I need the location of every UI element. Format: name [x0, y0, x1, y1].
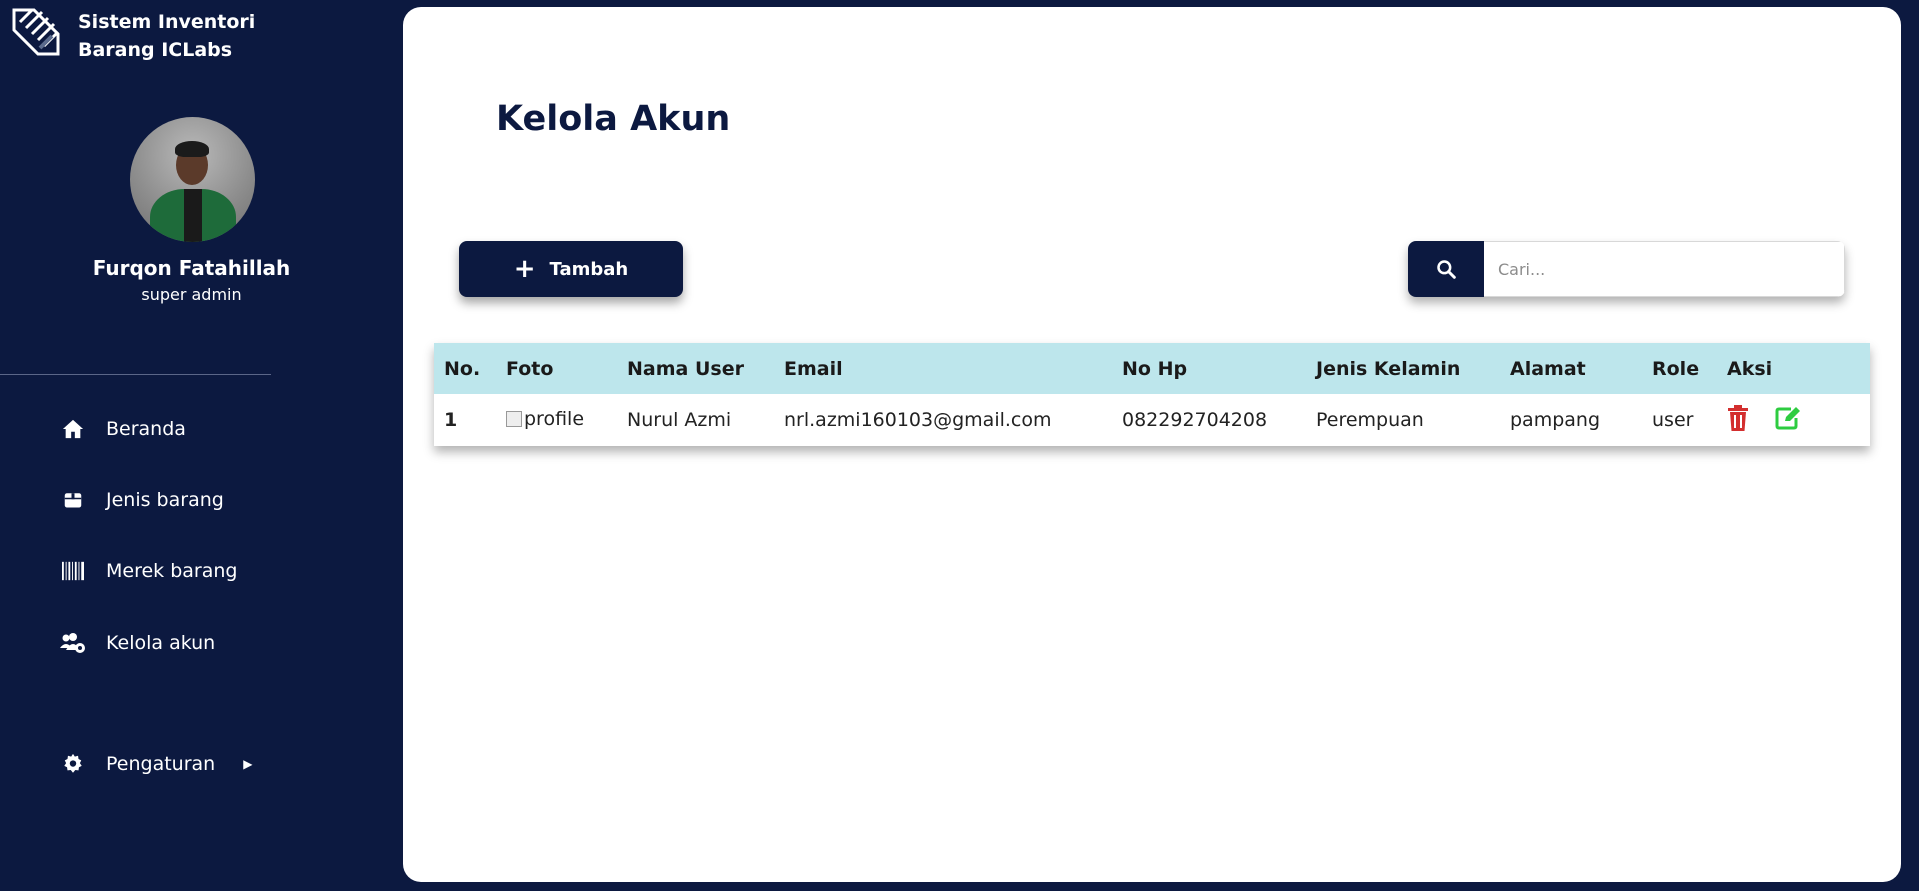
- user-name: Furqon Fatahillah: [92, 256, 291, 280]
- avatar: [130, 117, 255, 242]
- cell-role: user: [1652, 409, 1694, 431]
- sidebar-item-merek-barang[interactable]: Merek barang: [60, 558, 237, 584]
- delete-button[interactable]: [1727, 404, 1749, 431]
- caret-right-icon: ▶: [243, 757, 253, 771]
- column-header: Nama User: [627, 357, 744, 380]
- cell-jenis-kelamin: Perempuan: [1316, 409, 1424, 431]
- plus-icon: +: [513, 254, 536, 284]
- gear-icon: [60, 751, 86, 777]
- add-button[interactable]: + Tambah: [459, 241, 683, 297]
- table-row: 1 profile Nurul Azmi nrl.azmi160103@gmai…: [434, 394, 1870, 446]
- sidebar-item-label: Merek barang: [106, 560, 238, 582]
- column-header: No.: [444, 357, 481, 380]
- column-header: Foto: [506, 357, 554, 380]
- column-header: Email: [784, 357, 843, 380]
- sidebar-item-label: Kelola akun: [106, 632, 216, 654]
- sidebar-item-kelola-akun[interactable]: Kelola akun: [60, 630, 215, 656]
- search-input[interactable]: [1484, 241, 1845, 297]
- profile-image: profile: [506, 408, 584, 430]
- box-icon: [60, 487, 86, 513]
- edit-button[interactable]: [1775, 406, 1801, 430]
- sidebar: Sistem Inventori Barang ICLabs Furqon Fa…: [0, 0, 400, 891]
- column-header: Alamat: [1510, 357, 1586, 380]
- cell-email: nrl.azmi160103@gmail.com: [784, 409, 1052, 431]
- app-title: Sistem Inventori Barang ICLabs: [78, 11, 256, 61]
- broken-image-icon: [506, 411, 522, 427]
- cell-aksi: [1717, 394, 1870, 446]
- cell-alamat: pampang: [1510, 409, 1601, 431]
- users-gear-icon: [60, 630, 86, 656]
- sidebar-item-label: Pengaturan: [106, 753, 216, 775]
- column-header: No Hp: [1122, 357, 1188, 380]
- column-header: Aksi: [1727, 357, 1773, 380]
- table-header-row: No. Foto Nama User Email No Hp Jenis Kel…: [434, 343, 1870, 394]
- accounts-table: No. Foto Nama User Email No Hp Jenis Kel…: [434, 343, 1870, 446]
- barcode-icon: [60, 558, 86, 584]
- cell-nama: Nurul Azmi: [627, 409, 732, 431]
- app-root: Sistem Inventori Barang ICLabs Furqon Fa…: [0, 0, 1919, 891]
- sidebar-item-pengaturan[interactable]: Pengaturan ▶: [60, 751, 252, 777]
- cell-no: 1: [444, 409, 458, 431]
- logo-icon: [12, 8, 60, 56]
- column-header: Jenis Kelamin: [1316, 357, 1461, 380]
- brand[interactable]: Sistem Inventori Barang ICLabs: [12, 8, 258, 64]
- main-content: Kelola Akun + Tambah No. Foto: [403, 7, 1901, 882]
- search-button[interactable]: [1408, 241, 1484, 297]
- home-icon: [60, 416, 86, 442]
- add-button-label: Tambah: [549, 258, 629, 280]
- sidebar-item-label: Beranda: [106, 418, 186, 440]
- profile-image-alt: profile: [524, 408, 585, 430]
- user-role: super admin: [141, 285, 242, 304]
- edit-icon: [1775, 406, 1800, 429]
- search-box: [1408, 241, 1845, 297]
- sidebar-divider: [0, 374, 271, 375]
- cell-foto: profile: [496, 394, 617, 446]
- sidebar-item-label: Jenis barang: [106, 489, 224, 511]
- sidebar-item-jenis-barang[interactable]: Jenis barang: [60, 487, 224, 513]
- cell-hp: 082292704208: [1122, 409, 1268, 431]
- trash-icon: [1728, 404, 1748, 431]
- column-header: Role: [1652, 357, 1700, 380]
- page-title: Kelola Akun: [496, 99, 731, 139]
- search-icon: [1437, 260, 1456, 279]
- sidebar-item-beranda[interactable]: Beranda: [60, 416, 186, 442]
